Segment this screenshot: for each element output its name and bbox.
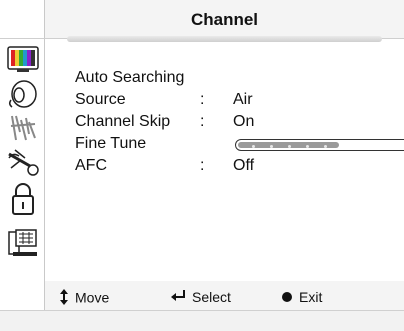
menu-item-label: AFC <box>75 157 107 174</box>
fine-tune-tick <box>288 145 291 148</box>
tv-picture-icon[interactable] <box>7 44 39 76</box>
menu-item-value: On <box>233 113 255 130</box>
menu-item-channel-skip[interactable]: Channel Skip : On <box>75 111 395 133</box>
menu-item-value: Air <box>233 91 253 108</box>
menu-item-label: Auto Searching <box>75 69 185 86</box>
menu-item-label: Channel Skip <box>75 113 171 130</box>
menu-content: Auto Searching Source : Air Channel Skip… <box>45 42 404 281</box>
fine-tune-tick <box>306 145 309 148</box>
osd-window: Channel Auto Searching Source : Air Chan… <box>0 0 404 331</box>
fine-tune-tick <box>252 145 255 148</box>
exit-dot-icon <box>281 289 293 307</box>
footer-hints: Move Select Exit <box>45 281 404 311</box>
menu-item-label: Source <box>75 91 126 108</box>
menu-item-colon: : <box>200 157 205 174</box>
select-label: Select <box>192 289 231 305</box>
up-down-arrow-icon <box>59 288 69 310</box>
footer-move: Move <box>59 288 109 306</box>
enter-arrow-icon <box>170 289 186 307</box>
input-pc-icon[interactable] <box>7 226 39 258</box>
fine-tune-fill <box>238 142 339 148</box>
menu-item-label: Fine Tune <box>75 135 147 152</box>
sound-icon[interactable] <box>7 78 39 110</box>
move-label: Move <box>75 289 110 306</box>
sidebar <box>0 0 45 331</box>
menu-item-source[interactable]: Source : Air <box>75 89 395 111</box>
satellite-setup-icon[interactable] <box>7 146 39 178</box>
menu-item-value: Off <box>233 157 255 174</box>
footer-select: Select <box>170 288 231 306</box>
lock-icon[interactable] <box>7 182 39 215</box>
fine-tune-tick <box>324 145 327 148</box>
menu-header: Channel <box>45 0 404 38</box>
fine-tune-slider[interactable] <box>235 139 404 151</box>
bottom-strip <box>0 310 404 331</box>
menu-item-auto-searching[interactable]: Auto Searching <box>75 67 395 89</box>
menu-item-afc[interactable]: AFC : Off <box>75 155 395 177</box>
channel-antenna-icon[interactable] <box>7 112 39 144</box>
exit-label: Exit <box>299 289 323 305</box>
menu-item-fine-tune[interactable]: Fine Tune <box>75 133 404 155</box>
menu-title: Channel <box>190 10 259 29</box>
menu-item-colon: : <box>200 113 205 130</box>
menu-item-colon: : <box>200 91 205 108</box>
fine-tune-tick <box>270 145 273 148</box>
footer-exit: Exit <box>281 288 322 306</box>
